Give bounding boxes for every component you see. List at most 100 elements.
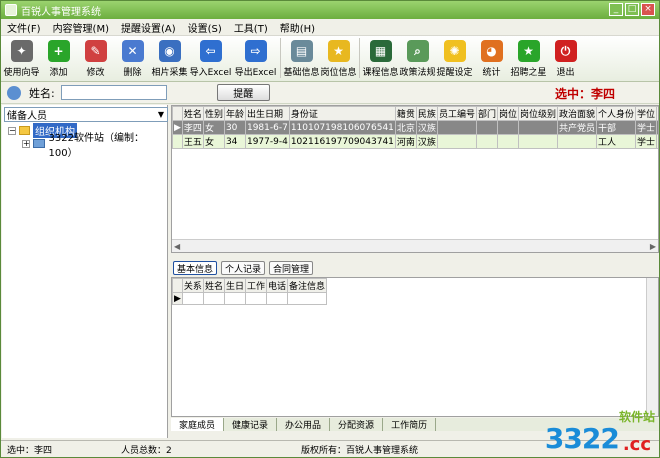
toolbar-button-bulb[interactable]: ✺ 提醒设定 [436,38,473,78]
column-header[interactable]: 岗位 [496,106,519,121]
column-header[interactable]: 姓名 [181,106,204,121]
bottom-tab-1[interactable]: 健康记录 [224,418,278,431]
table-cell[interactable] [556,134,598,149]
table-cell[interactable]: 102116197709043741 [288,134,396,149]
menu-settings[interactable]: 设置(S) [188,20,222,35]
table-cell[interactable]: 河南 [394,134,417,149]
table-row[interactable]: ▶ 李四女 30 1981-6-7 110107198106076541 北京 汉族 共产党员… [172,120,658,135]
table-cell[interactable] [496,134,519,149]
collapse-icon[interactable]: − [8,126,16,135]
tree-node-child[interactable]: + 3322软件站（编制：100） [8,133,167,159]
column-header[interactable]: 生日 [223,278,246,293]
bottom-tab-3[interactable]: 分配资源 [330,418,384,431]
tab-2[interactable]: 合同管理 [269,261,314,275]
vertical-scrollbar[interactable] [646,278,658,416]
column-header[interactable]: 部门 [475,106,498,121]
toolbar-button-delete[interactable]: ✕ 删除 [114,38,151,78]
table-cell[interactable]: 北京 [394,120,417,135]
table-cell[interactable] [475,134,498,149]
table-cell[interactable]: 1977-9-4 [244,134,290,149]
toolbar-button-import[interactable]: ⇦ 导入Excel [188,38,233,78]
table-cell[interactable]: 110107198106076541 [288,120,396,135]
menu-content[interactable]: 内容管理(M) [53,20,109,35]
toolbar-button-chart[interactable]: ◕ 统计 [473,38,510,78]
table-cell[interactable]: 王五 [181,134,204,149]
delete-icon: ✕ [121,40,144,62]
expand-icon[interactable]: + [22,139,30,148]
column-header[interactable]: 身份证 [288,106,396,121]
menu-tools[interactable]: 工具(T) [234,20,268,35]
table-cell[interactable]: 研究生 [656,120,658,135]
category-dropdown[interactable]: 储备人员 ▼ [4,107,168,122]
toolbar-button-info[interactable]: ▤ 基础信息 [283,38,320,78]
toolbar-button-magnify[interactable]: ⌕ 政策法规 [399,38,436,78]
table-cell[interactable]: 共产党员 [556,120,598,135]
tab-0[interactable]: 基本信息 [173,261,218,275]
table-cell[interactable] [475,120,498,135]
horizontal-scrollbar[interactable]: ◀ ▶ [172,239,658,252]
table-cell[interactable]: 工人 [596,134,637,149]
column-header[interactable]: 性别 [202,106,225,121]
table-row[interactable]: 王五女341977-9-4102116197709043741河南汉族 工人学士专… [172,134,658,149]
menu-help[interactable]: 帮助(H) [280,20,315,35]
toolbar-button-star-green[interactable]: ★ 招聘之星 [510,38,547,78]
toolbar-button-star[interactable]: ★ 岗位信息 [320,38,357,78]
column-header[interactable]: 年龄 [223,106,246,121]
table-cell[interactable]: 学士 [635,120,658,135]
toolbar-button-export[interactable]: ⇨ 导出Excel [233,38,278,78]
remind-button[interactable]: 提醒 [216,84,270,101]
table-cell[interactable]: 1981-6-7 [244,120,290,135]
column-header[interactable]: 姓名 [202,278,225,293]
column-header[interactable]: 岗位级别 [517,106,559,121]
table-cell[interactable]: 34 [223,134,246,149]
toolbar-button-edit[interactable]: ✎ 修改 [77,38,114,78]
table-cell[interactable]: 学士 [635,134,658,149]
bottom-tab-0[interactable]: 家庭成员 [171,418,225,431]
table-cell[interactable]: 李四 [181,120,204,135]
column-header[interactable]: 关系 [181,278,204,293]
table-cell[interactable] [436,120,477,135]
column-header[interactable]: 学位 [635,106,658,121]
power-icon: ⏻ [554,40,577,62]
column-header[interactable]: 学历 [656,106,658,121]
column-header[interactable]: 工作 [244,278,267,293]
table-cell[interactable] [496,120,519,135]
toolbar-button-board[interactable]: ▦ 课程信息 [362,38,399,78]
menu-file[interactable]: 文件(F) [7,20,41,35]
table-cell[interactable] [517,134,559,149]
column-header[interactable]: 电话 [265,278,289,293]
column-header[interactable]: 出生日期 [244,106,290,121]
scroll-left-icon[interactable]: ◀ [174,242,180,251]
toolbar-button-camera[interactable]: ◉ 相片采集 [151,38,188,78]
wand-icon: ✦ [10,40,33,62]
maximize-button[interactable]: □ [625,3,639,16]
toolbar-button-wand[interactable]: ✦ 使用向导 [3,38,40,78]
column-header[interactable]: 员工编号 [436,106,477,121]
watermark-sub: 软件站 [618,410,655,424]
table-cell[interactable] [517,120,559,135]
scroll-right-icon[interactable]: ▶ [650,242,656,251]
column-header[interactable]: 备注信息 [286,278,328,293]
menu-reminder[interactable]: 提醒设置(A) [121,20,176,35]
chevron-down-icon[interactable]: ▼ [155,110,167,119]
toolbar-button-power[interactable]: ⏻ 退出 [547,38,584,78]
column-header[interactable]: 民族 [415,106,438,121]
table-cell[interactable]: 女 [202,134,225,149]
table-cell[interactable]: 汉族 [415,134,438,149]
column-header[interactable]: 政治面貌 [556,106,598,121]
table-cell[interactable]: 女 [202,120,225,135]
toolbar-button-add[interactable]: + 添加 [40,38,77,78]
name-input[interactable] [60,85,167,100]
table-cell[interactable]: 专科 [656,134,658,149]
bottom-tab-4[interactable]: 工作简历 [383,418,437,431]
table-cell[interactable]: 干部 [596,120,637,135]
table-cell[interactable] [436,134,477,149]
table-cell[interactable]: 30 [223,120,246,135]
column-header[interactable]: 个人身份 [596,106,637,121]
minimize-button[interactable]: _ [609,3,623,16]
close-button[interactable]: × [641,3,655,16]
table-cell[interactable]: 汉族 [415,120,438,135]
column-header[interactable]: 籍贯 [394,106,417,121]
tab-1[interactable]: 个人记录 [221,261,266,275]
bottom-tab-2[interactable]: 办公用品 [277,418,331,431]
